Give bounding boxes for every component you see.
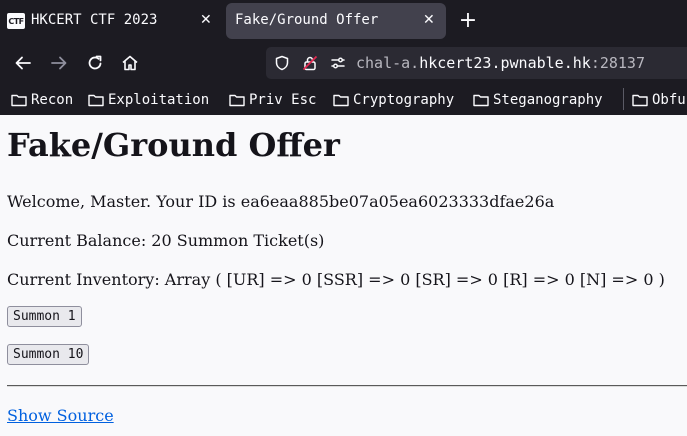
permissions-icon[interactable] (330, 55, 346, 71)
folder-icon (473, 94, 489, 107)
forward-button[interactable] (47, 51, 71, 75)
url-bar[interactable]: chal-a.hkcert23.pwnable.hk:28137 (266, 47, 687, 79)
folder-icon (11, 94, 27, 107)
summon-10-button[interactable]: Summon 10 (7, 344, 90, 365)
show-source-link[interactable]: Show Source (7, 406, 114, 425)
close-tab-icon[interactable]: ✕ (423, 12, 435, 28)
bookmark-separator (623, 88, 624, 110)
bookmark-label: Recon (31, 92, 74, 108)
navigation-bar: chal-a.hkcert23.pwnable.hk:28137 (0, 42, 687, 84)
page-title: Fake/Ground Offer (7, 126, 340, 164)
bookmark-folder-priv-esc[interactable]: Priv Esc (229, 90, 316, 110)
url-subdomain: chal-a. (356, 54, 420, 72)
tab-title: HKCERT CTF 2023 (31, 12, 158, 28)
back-arrow-icon (15, 56, 31, 70)
new-tab-button[interactable]: + (457, 10, 479, 32)
balance-text: Current Balance: 20 Summon Ticket(s) (7, 231, 325, 250)
folder-icon (88, 94, 104, 107)
bookmark-folder-exploitation[interactable]: Exploitation (88, 90, 209, 110)
bookmark-label: Steganography (493, 92, 603, 108)
home-icon (122, 55, 138, 71)
bookmark-label: Cryptography (353, 92, 455, 108)
tab-strip: CTF HKCERT CTF 2023 ✕ Fake/Ground Offer … (0, 0, 687, 42)
tab-active[interactable]: Fake/Ground Offer ✕ (226, 3, 446, 39)
ctf-favicon-icon: CTF (7, 13, 25, 29)
divider (7, 385, 687, 387)
bookmark-folder-cryptography[interactable]: Cryptography (333, 90, 454, 110)
shield-icon[interactable] (274, 55, 290, 71)
bookmark-label: Priv Esc (249, 92, 317, 108)
url-domain: hkcert23.pwnable.hk (419, 54, 591, 72)
page-content: Fake/Ground Offer Welcome, Master. Your … (0, 115, 687, 436)
lock-icon[interactable] (302, 55, 318, 71)
back-button[interactable] (11, 51, 35, 75)
summon-1-button[interactable]: Summon 1 (7, 306, 82, 327)
bookmark-folder-obfuscation[interactable]: Obfu (632, 90, 686, 110)
folder-icon (333, 94, 349, 107)
close-tab-icon[interactable]: ✕ (200, 12, 212, 28)
tab-title: Fake/Ground Offer (235, 12, 379, 28)
inventory-text: Current Inventory: Array ( [UR] => 0 [SS… (7, 270, 665, 289)
tab-hkcert[interactable]: CTF HKCERT CTF 2023 ✕ (0, 0, 223, 42)
reload-button[interactable] (83, 51, 107, 75)
bookmark-label: Obfu (652, 92, 686, 108)
reload-icon (88, 55, 102, 70)
bookmark-folder-steganography[interactable]: Steganography (473, 90, 603, 110)
home-button[interactable] (118, 51, 142, 75)
forward-arrow-icon (51, 56, 67, 70)
browser-chrome: CTF HKCERT CTF 2023 ✕ Fake/Ground Offer … (0, 0, 687, 115)
welcome-text: Welcome, Master. Your ID is ea6eaa885be0… (7, 192, 555, 211)
bookmarks-toolbar: Recon Exploitation Priv Esc Cryptography… (0, 84, 687, 115)
url-text[interactable]: chal-a.hkcert23.pwnable.hk:28137 (356, 54, 645, 72)
folder-icon (229, 94, 245, 107)
folder-icon (632, 94, 648, 107)
url-port: :28137 (590, 54, 645, 72)
bookmark-label: Exploitation (108, 92, 210, 108)
bookmark-folder-recon[interactable]: Recon (11, 90, 73, 110)
